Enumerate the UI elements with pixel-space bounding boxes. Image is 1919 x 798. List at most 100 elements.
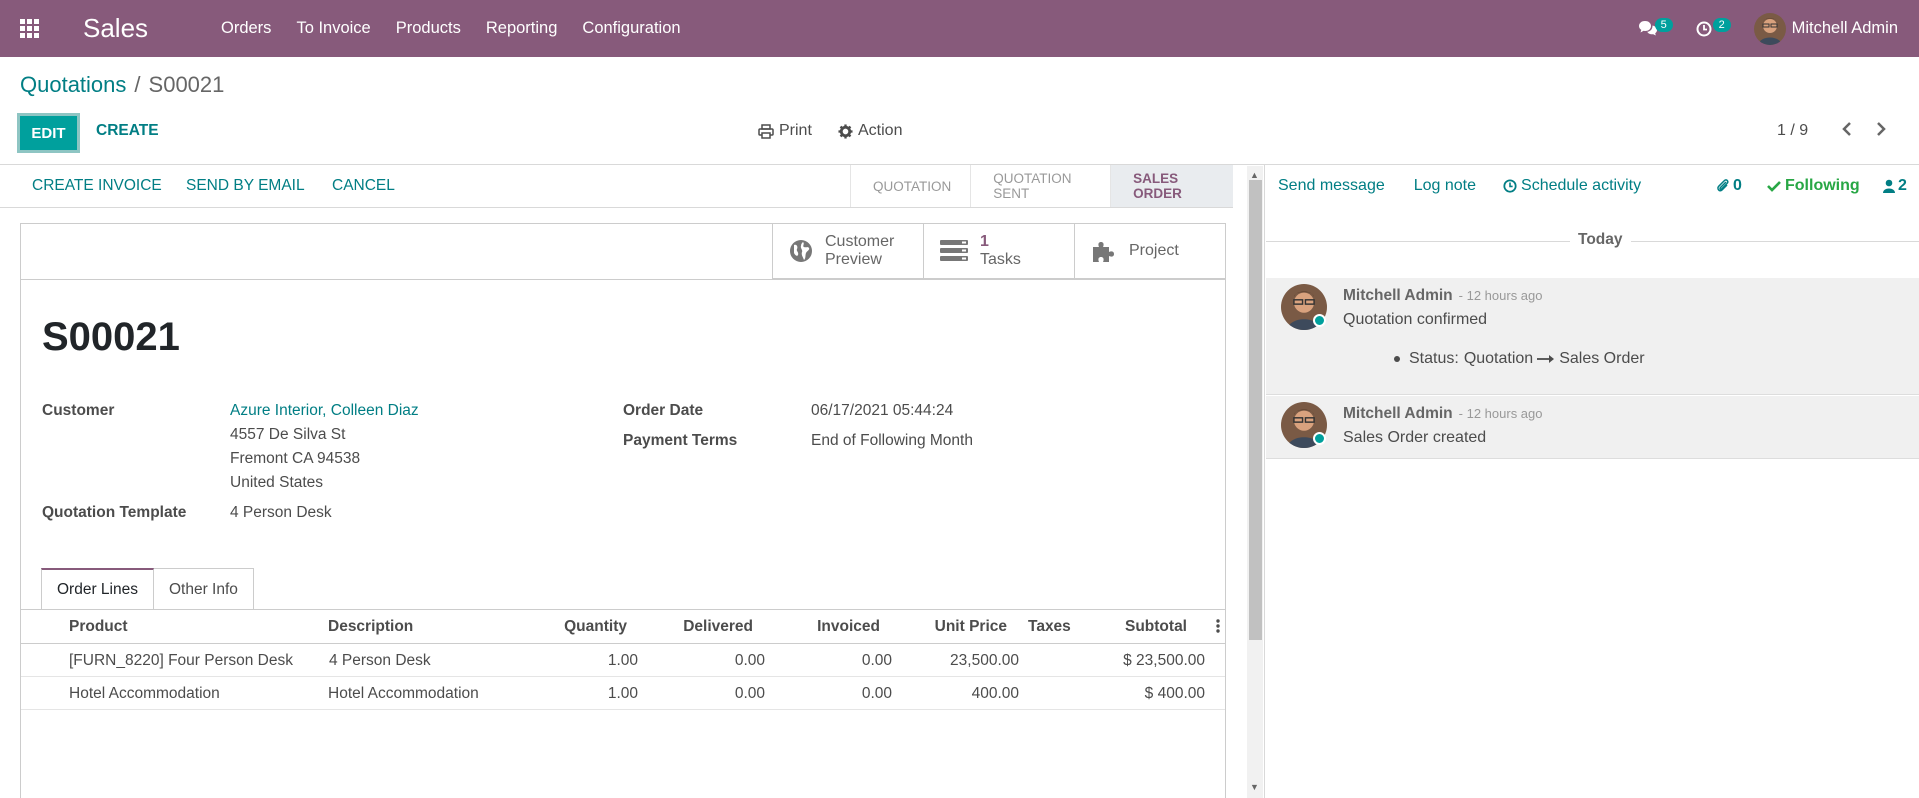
column-header-taxes[interactable]: Taxes	[1028, 618, 1071, 636]
send-by-email-button[interactable]: SEND BY EMAIL	[186, 177, 305, 195]
followers-count: 2	[1898, 177, 1907, 194]
tracking-old-value: Quotation	[1463, 350, 1534, 367]
top-navbar: Sales Orders To Invoice Products Reporti…	[0, 0, 1919, 57]
button-box-divider	[21, 279, 1225, 280]
chatter-message[interactable]: Mitchell Admin - 12 hours ago Quotation c…	[1266, 278, 1919, 395]
breadcrumb: Quotations / S00021	[20, 72, 224, 98]
project-button[interactable]: Project	[1074, 224, 1225, 279]
app-title[interactable]: Sales	[83, 13, 221, 44]
messaging-menu[interactable]: 5	[1638, 14, 1674, 44]
print-icon	[758, 123, 774, 139]
day-separator-label: Today	[1570, 231, 1631, 249]
stage-sales-order[interactable]: SALES ORDER	[1110, 165, 1233, 207]
followers-button[interactable]: 2	[1883, 177, 1907, 195]
table-row[interactable]: [FURN_8220] Four Person Desk 4 Person De…	[21, 644, 1225, 677]
form-statusbar: CREATE INVOICE SEND BY EMAIL CANCEL QUOT…	[0, 165, 1233, 208]
column-header-delivered[interactable]: Delivered	[683, 618, 753, 636]
column-header-invoiced[interactable]: Invoiced	[817, 618, 880, 636]
user-menu[interactable]: Mitchell Admin	[1792, 19, 1898, 38]
cancel-button[interactable]: CANCEL	[332, 177, 395, 195]
bullet-icon	[1394, 356, 1400, 362]
globe-icon	[790, 240, 812, 262]
print-button[interactable]: Print	[758, 122, 812, 140]
form-sheet: Customer Preview 1 Tasks Project S00021 …	[20, 223, 1226, 798]
menu-to-invoice[interactable]: To Invoice	[296, 19, 370, 38]
cell-description: Hotel Accommodation	[328, 685, 479, 702]
scroll-down-arrow-icon[interactable]: ▼	[1250, 782, 1259, 792]
following-button[interactable]: Following	[1767, 177, 1860, 195]
gear-icon	[838, 123, 853, 139]
clock-icon	[1503, 179, 1517, 193]
menu-configuration[interactable]: Configuration	[582, 19, 680, 38]
message-author[interactable]: Mitchell Admin	[1343, 405, 1453, 422]
scroll-up-arrow-icon[interactable]: ▲	[1250, 170, 1259, 180]
attachments-button[interactable]: 0	[1716, 177, 1742, 195]
message-date: - 12 hours ago	[1458, 288, 1543, 303]
order-date-value: 06/17/2021 05:44:24	[811, 402, 954, 419]
action-label: Action	[858, 122, 903, 139]
check-icon	[1767, 181, 1781, 192]
message-author[interactable]: Mitchell Admin	[1343, 287, 1453, 304]
print-label: Print	[779, 122, 812, 139]
tasks-button[interactable]: 1 Tasks	[923, 224, 1074, 279]
message-body: Quotation confirmed	[1343, 311, 1488, 328]
pager-previous-button[interactable]	[1840, 120, 1854, 143]
smart-button-box: Customer Preview 1 Tasks Project	[772, 224, 1225, 279]
column-header-subtotal[interactable]: Subtotal	[1125, 618, 1187, 636]
quotation-template-label: Quotation Template	[42, 504, 187, 521]
column-header-quantity[interactable]: Quantity	[564, 618, 627, 636]
long-arrow-right-icon	[1537, 355, 1555, 363]
customer-link[interactable]: Azure Interior, Colleen Diaz	[230, 402, 419, 420]
apps-menu-icon[interactable]	[0, 0, 58, 57]
scrollbar-thumb[interactable]	[1249, 180, 1262, 640]
pager-next-button[interactable]	[1874, 120, 1888, 143]
cell-invoiced: 0.00	[861, 652, 892, 669]
activity-menu[interactable]: 2	[1696, 14, 1732, 44]
column-header-description[interactable]: Description	[328, 618, 413, 636]
schedule-activity-button[interactable]: Schedule activity	[1503, 177, 1665, 195]
log-note-button[interactable]: Log note	[1414, 177, 1476, 195]
user-avatar[interactable]	[1753, 12, 1786, 45]
order-lines-table: Product Description Quantity Delivered I…	[21, 610, 1225, 710]
menu-reporting[interactable]: Reporting	[486, 19, 558, 38]
table-row[interactable]: Hotel Accommodation Hotel Accommodation …	[21, 677, 1225, 710]
quotation-template-value: 4 Person Desk	[230, 504, 332, 521]
column-header-unit-price[interactable]: Unit Price	[935, 618, 1007, 636]
send-message-button[interactable]: Send message	[1278, 177, 1385, 195]
action-button[interactable]: Action	[838, 122, 902, 140]
message-body: Sales Order created	[1343, 429, 1487, 446]
customer-preview-button[interactable]: Customer Preview	[772, 224, 923, 279]
breadcrumb-current: S00021	[148, 72, 225, 97]
puzzle-icon	[1093, 242, 1114, 262]
column-header-product[interactable]: Product	[69, 618, 128, 636]
menu-orders[interactable]: Orders	[221, 19, 271, 38]
tab-order-lines[interactable]: Order Lines	[41, 568, 154, 610]
menu-products[interactable]: Products	[396, 19, 461, 38]
create-button[interactable]: CREATE	[96, 122, 159, 140]
stage-quotation-sent[interactable]: QUOTATION SENT	[970, 165, 1110, 207]
online-status-icon	[1313, 432, 1326, 445]
attachments-count: 0	[1733, 177, 1742, 194]
payment-terms-value: End of Following Month	[811, 432, 973, 449]
chatter-message[interactable]: Mitchell Admin - 12 hours ago Sales Order…	[1266, 396, 1919, 459]
optional-columns-icon[interactable]	[1216, 619, 1220, 638]
notebook-tabs: Order Lines Other Info	[41, 568, 254, 610]
pager-value[interactable]: 1 / 9	[1777, 122, 1808, 140]
tab-other-info[interactable]: Other Info	[153, 568, 254, 610]
stage-quotation[interactable]: QUOTATION	[850, 165, 970, 207]
edit-button[interactable]: EDIT	[17, 113, 80, 153]
cell-unit-price: 23,500.00	[950, 652, 1019, 669]
chevron-left-icon	[1842, 122, 1851, 136]
online-status-icon	[1313, 314, 1326, 327]
create-invoice-button[interactable]: CREATE INVOICE	[32, 177, 162, 195]
customer-label: Customer	[42, 402, 115, 419]
project-label: Project	[1129, 242, 1179, 259]
message-date: - 12 hours ago	[1458, 406, 1543, 421]
chevron-right-icon	[1877, 122, 1886, 136]
cell-quantity: 1.00	[607, 652, 638, 669]
tasks-label: Tasks	[980, 251, 1021, 268]
breadcrumb-quotations-link[interactable]: Quotations	[20, 72, 126, 98]
tasks-count: 1	[980, 233, 989, 250]
cell-product: Hotel Accommodation	[69, 685, 220, 702]
activities-badge: 2	[1712, 17, 1731, 32]
